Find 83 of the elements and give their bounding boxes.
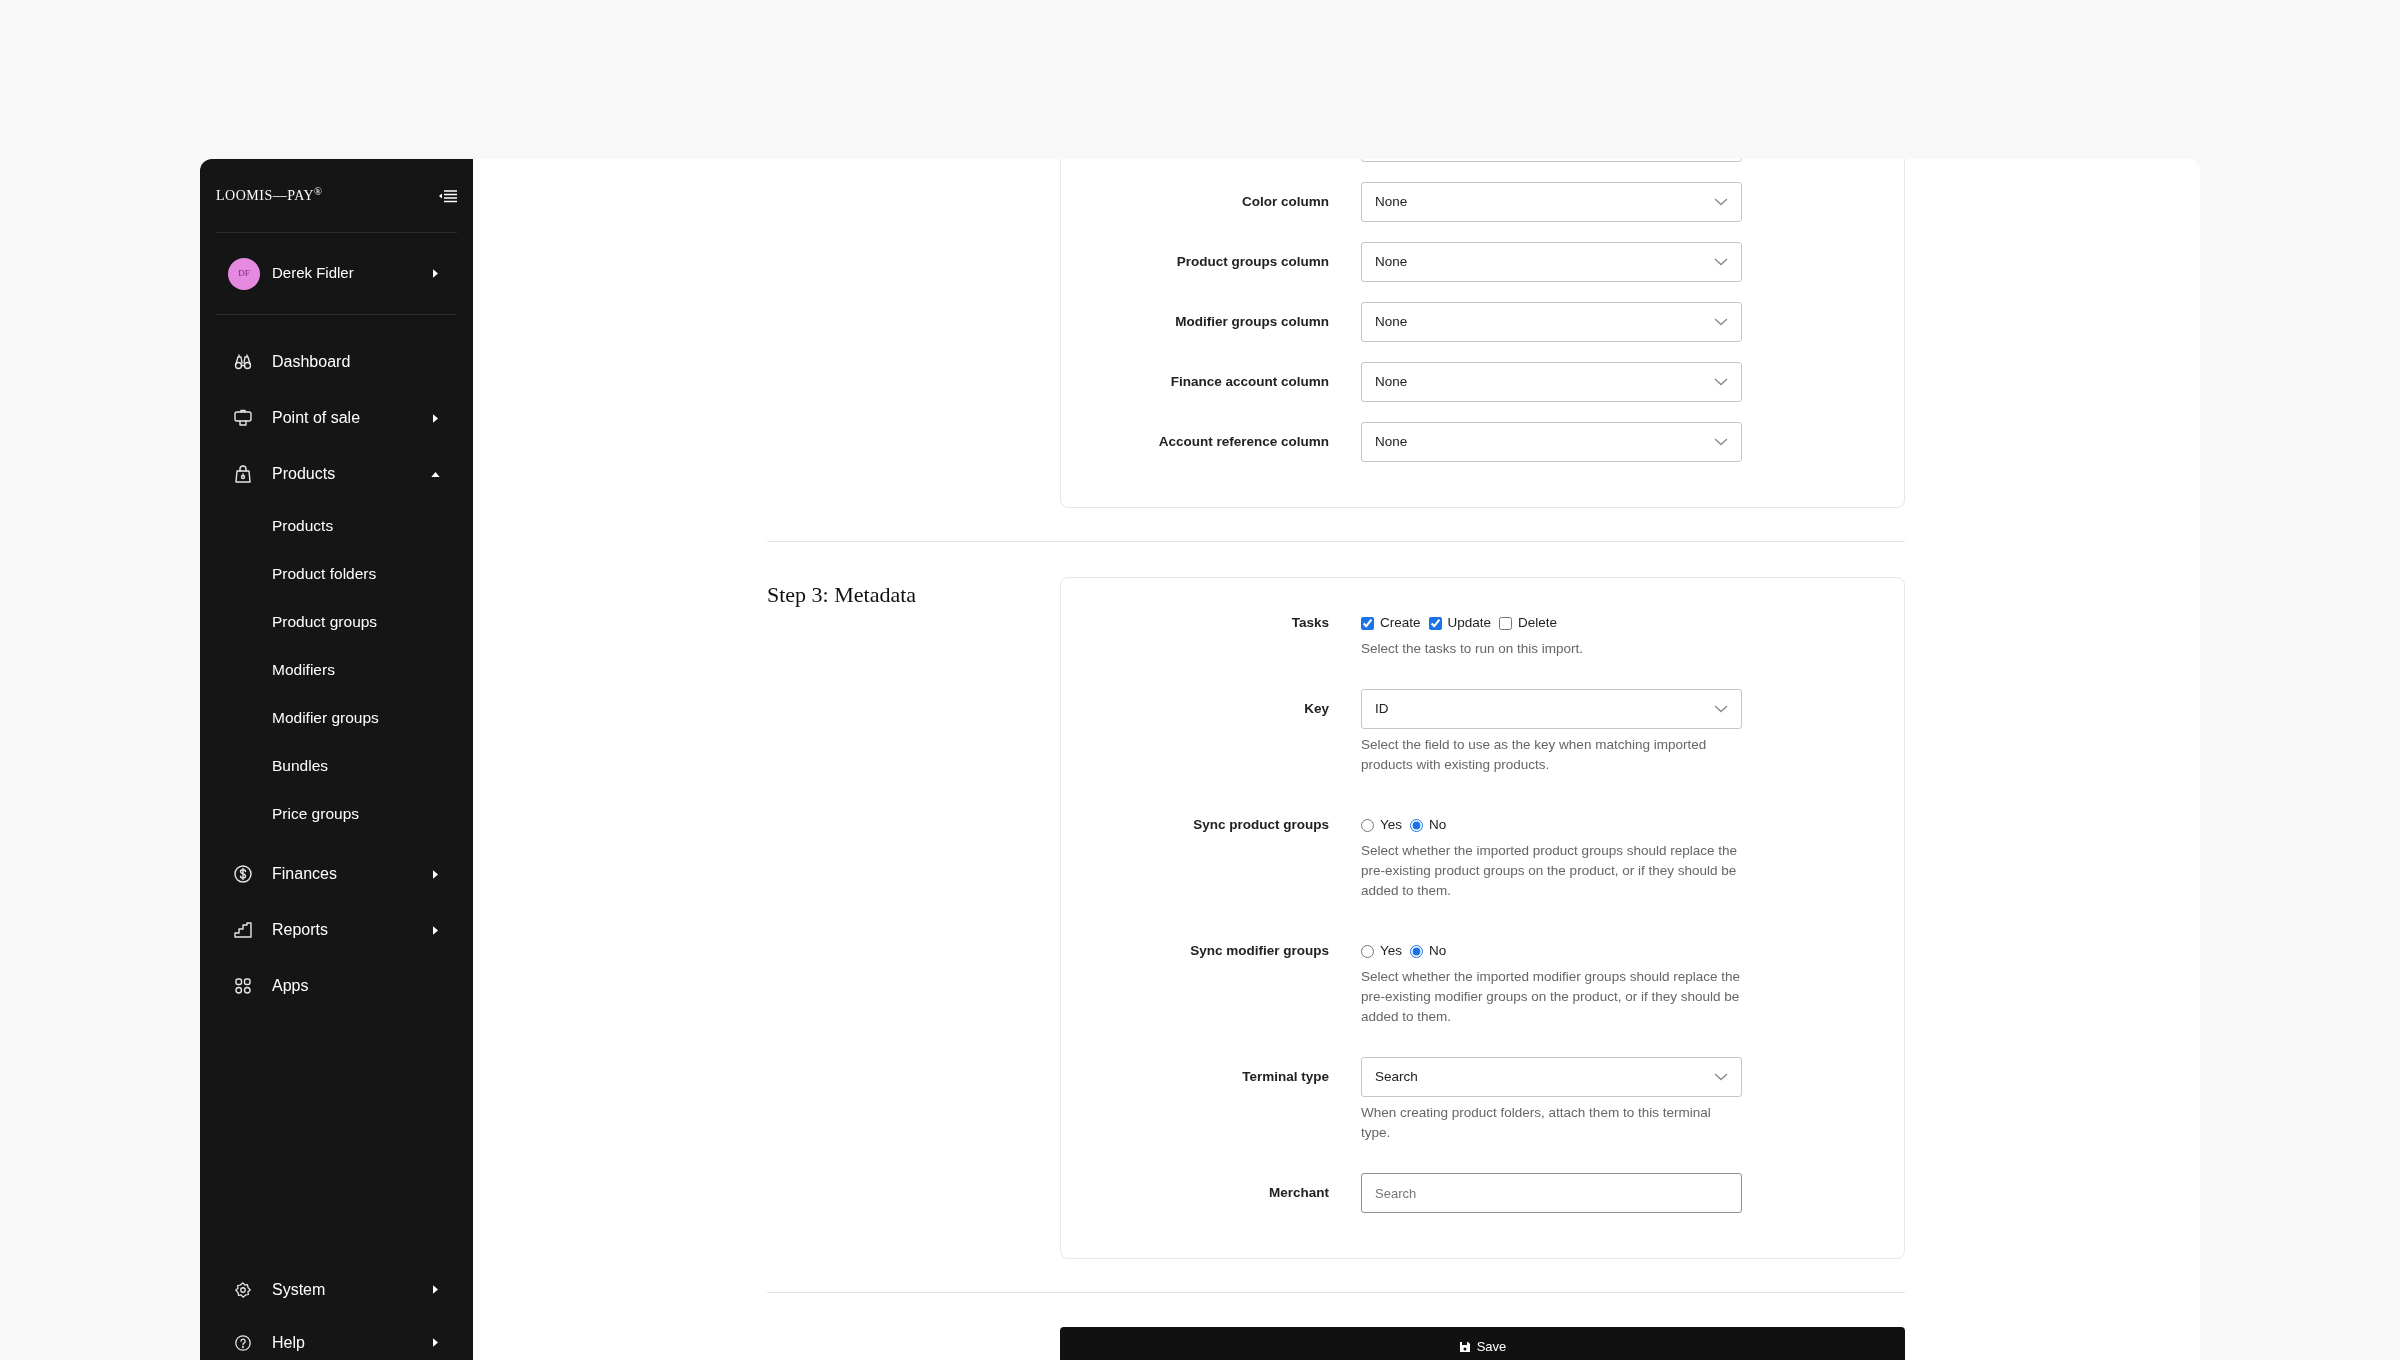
- help-text: Select the field to use as the key when matching imported products with existing products.: [1361, 736, 1708, 774]
- select-field[interactable]: None: [1361, 302, 1742, 342]
- select-field[interactable]: None: [1361, 242, 1742, 282]
- submenu-item[interactable]: Modifier groups: [200, 694, 473, 742]
- dollar-circle-icon: [233, 864, 253, 884]
- field-label: Sync product groups: [1193, 815, 1329, 834]
- grid-icon: [233, 976, 253, 996]
- field-label: Merchant: [1269, 1183, 1329, 1202]
- save-button[interactable]: Save: [1060, 1327, 1905, 1360]
- chevron-down-icon: [1714, 198, 1728, 206]
- nav-item[interactable]: Finances: [200, 846, 473, 902]
- select-field[interactable]: ID: [1361, 689, 1742, 729]
- option-label[interactable]: Yes: [1380, 940, 1403, 962]
- stairs-icon: [233, 920, 253, 940]
- option-label[interactable]: Update: [1447, 612, 1492, 634]
- help-icon: [233, 1332, 253, 1353]
- nav-item[interactable]: System: [200, 1263, 473, 1316]
- chevron-down-icon: [1714, 258, 1728, 266]
- nav-label: Products: [272, 464, 336, 484]
- option-label[interactable]: Create: [1380, 612, 1421, 634]
- section-heading: Step 3: Metadata: [767, 581, 918, 609]
- chevron-down-icon: [1714, 378, 1728, 386]
- nav-item[interactable]: Reports: [200, 902, 473, 958]
- nav-item[interactable]: Apps: [200, 958, 473, 1014]
- option-label[interactable]: Delete: [1518, 612, 1558, 634]
- chevron-down-icon: [1714, 438, 1728, 446]
- collapse-menu-icon[interactable]: [439, 188, 457, 203]
- field-label: Color column: [1242, 192, 1329, 211]
- checkbox[interactable]: [1428, 616, 1442, 630]
- submenu-item[interactable]: Products: [200, 502, 473, 550]
- radio-button[interactable]: [1361, 944, 1374, 958]
- chevron-down-icon: [1714, 318, 1728, 326]
- bag-icon: [233, 464, 253, 484]
- monitor-icon: [233, 408, 253, 428]
- submenu-item[interactable]: Bundles: [200, 742, 473, 790]
- nav-item[interactable]: Help: [200, 1316, 473, 1360]
- field-label: Sync modifier groups: [1190, 941, 1329, 960]
- user-name: Derek Fidler: [272, 263, 354, 284]
- submenu-item[interactable]: Product folders: [200, 550, 473, 598]
- select-field[interactable]: Search: [1361, 1057, 1742, 1097]
- help-text: Select the tasks to run on this import.: [1361, 640, 1585, 658]
- field-label: Key: [1304, 699, 1329, 718]
- checkbox[interactable]: [1499, 616, 1513, 630]
- nav-item[interactable]: Products: [200, 446, 473, 502]
- binoculars-icon: [233, 352, 253, 372]
- avatar: DF: [228, 257, 260, 290]
- field-label: Account reference column: [1158, 432, 1329, 451]
- help-text: Select whether the imported modifier groups should replace the pre-existing modifier groups on the product, or if they should be added to them.: [1361, 968, 1741, 1026]
- submenu-item[interactable]: Modifiers: [200, 646, 473, 694]
- field-label: Modifier groups column: [1175, 312, 1329, 331]
- option-label[interactable]: Yes: [1380, 814, 1403, 836]
- nav-label: Help: [272, 1332, 305, 1353]
- help-text: When creating product folders, attach them to this terminal type.: [1361, 1104, 1712, 1142]
- option-label[interactable]: No: [1429, 940, 1447, 962]
- nav-label: Apps: [272, 976, 309, 996]
- settings-icon: [233, 1279, 253, 1300]
- select-field[interactable]: None: [1361, 362, 1742, 402]
- help-text: Select whether the imported product groups should replace the pre-existing product groups on the product, or if they should be added to them.: [1361, 842, 1738, 900]
- nav-label: System: [272, 1279, 326, 1300]
- field-label: Product groups column: [1176, 252, 1329, 271]
- field-label: Terminal type: [1242, 1067, 1329, 1086]
- nav-item[interactable]: Dashboard: [200, 334, 473, 390]
- chevron-down-icon: [1714, 705, 1728, 713]
- select-field[interactable]: None: [1361, 422, 1742, 462]
- nav-label: Point of sale: [272, 408, 361, 428]
- nav-label: Finances: [272, 864, 337, 884]
- user-menu[interactable]: DF Derek Fidler: [216, 233, 457, 315]
- submenu-item[interactable]: Product groups: [200, 598, 473, 646]
- submenu-item[interactable]: Price groups: [200, 790, 473, 838]
- field-label: Finance account column: [1170, 372, 1329, 391]
- option-label[interactable]: No: [1429, 814, 1447, 836]
- nav-label: Dashboard: [272, 352, 351, 372]
- search-field[interactable]: Search: [1361, 1173, 1742, 1213]
- chevron-down-icon: [1714, 1073, 1728, 1081]
- select-field[interactable]: None: [1361, 182, 1742, 222]
- logo: LOOMIS—PAY$^{®}$: [216, 185, 323, 205]
- radio-button[interactable]: [1361, 818, 1374, 832]
- checkbox[interactable]: [1361, 616, 1374, 630]
- radio-button[interactable]: [1410, 944, 1424, 958]
- radio-button[interactable]: [1410, 818, 1424, 832]
- nav-item[interactable]: Point of sale: [200, 390, 473, 446]
- field-label: Tasks: [1291, 613, 1329, 632]
- nav-label: Reports: [272, 920, 329, 940]
